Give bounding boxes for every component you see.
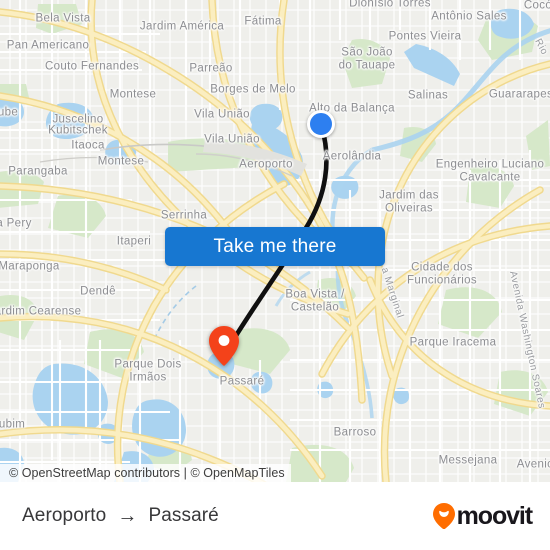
map-canvas[interactable]: Bela Vista Jardim América Fátima Dionísio T… — [0, 0, 550, 482]
trip-summary: Aeroporto → Passaré — [22, 505, 219, 527]
moovit-logo[interactable]: moovit — [432, 501, 533, 530]
map-attribution[interactable]: © OpenStreetMap contributors | © OpenMap… — [0, 464, 291, 482]
moovit-wordmark: moovit — [456, 501, 533, 530]
moovit-pin-icon — [432, 503, 455, 530]
take-me-there-button[interactable]: Take me there — [165, 227, 385, 266]
moovit-trip-map-screen: Bela Vista Jardim América Fátima Dionísio T… — [0, 0, 550, 550]
arrow-right-icon: → — [117, 505, 138, 527]
trip-destination-label: Passaré — [148, 505, 219, 526]
trip-footer: Aeroporto → Passaré moovit — [0, 482, 550, 550]
trip-origin-label: Aeroporto — [22, 505, 107, 526]
